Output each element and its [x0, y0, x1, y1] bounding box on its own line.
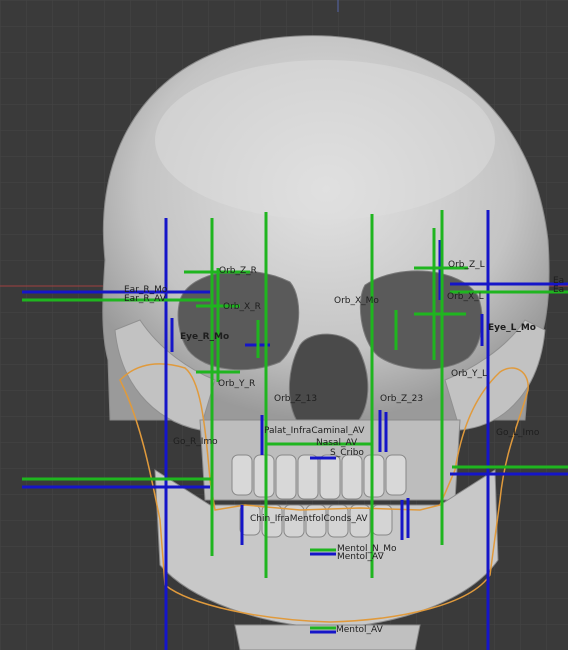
label-bottom: Mentol_AV: [336, 625, 384, 635]
label-orb-z-r: Orb_Z_R: [219, 266, 257, 276]
label-go-l-mo: Go_L_Imo: [496, 428, 540, 438]
3d-viewport[interactable]: Ear_R_Mo Ear_R_AV Ea Ea Orb_Z_R Orb_Z_L …: [0, 0, 568, 650]
label-nasal-av: Nasal_AV: [316, 438, 358, 448]
label-chin: Chin_IfraMentfolConds_AV: [250, 514, 368, 524]
label-eye-l-mo: Eye_L_Mo: [488, 323, 536, 333]
label-orb-z-23: Orb_Z_23: [380, 394, 423, 404]
label-go-r-mo: Go_R_Imo: [173, 437, 218, 447]
label-orb-y-r: Orb_Y_R: [218, 379, 255, 389]
label-ear-r-av: Ear_R_AV: [124, 294, 167, 304]
eye-socket-right: [177, 270, 300, 371]
label-s-crib: S_Cribo: [330, 448, 364, 458]
viewport-canvas[interactable]: Ear_R_Mo Ear_R_AV Ea Ea Orb_Z_R Orb_Z_L …: [0, 0, 568, 650]
label-orb-y-l: Orb_Y_L: [451, 369, 487, 379]
forehead-highlight: [155, 60, 495, 220]
label-ment-av: Mentol_AV: [337, 552, 385, 562]
label-ear-l-2: Ea: [553, 285, 564, 295]
label-palat: Palat_InfraCaminal_AV: [264, 426, 365, 436]
label-orb-z-13: Orb_Z_13: [274, 394, 317, 404]
label-orb-x-r: Orb_X_R: [223, 302, 261, 312]
label-orb-z-l: Orb_Z_L: [448, 260, 485, 270]
label-orb-x-l: Orb_X_L: [447, 292, 484, 302]
eye-socket-left: [359, 270, 483, 370]
label-orb-x-mo: Orb_X_Mo: [334, 296, 379, 306]
label-eye-r-mo: Eye_R_Mo: [180, 332, 229, 342]
